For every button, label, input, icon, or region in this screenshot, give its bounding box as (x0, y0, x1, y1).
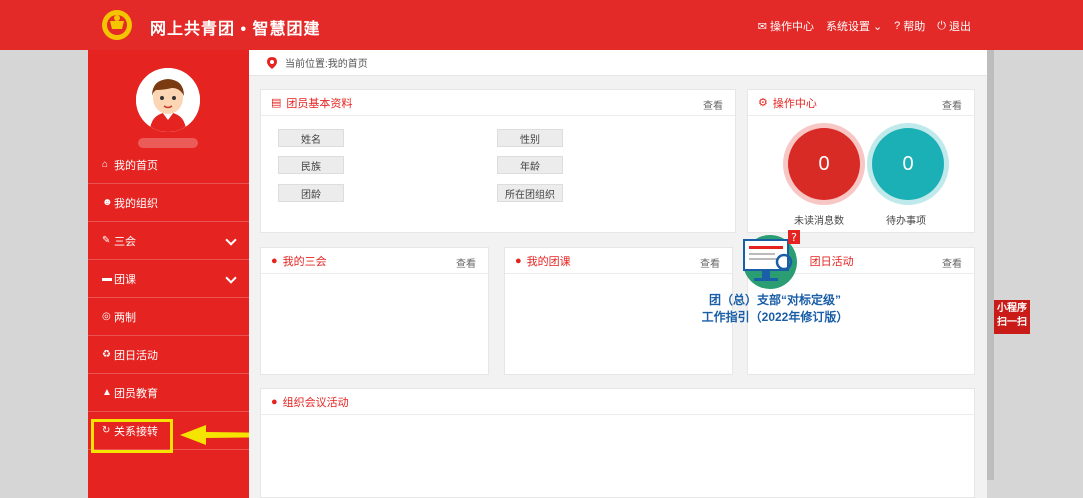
field-league-org: 所在团组织 (497, 184, 563, 202)
help-icon: ? (894, 20, 901, 32)
chevron-down-icon (225, 234, 237, 246)
right-margin (990, 50, 1083, 498)
power-icon: ⏻ (937, 19, 946, 32)
breadcrumb: 当前位置:我的首页 (249, 50, 987, 76)
avatar-icon (136, 68, 200, 132)
sidebar-item-home[interactable]: ⌂ 我的首页 (88, 146, 249, 184)
mail-icon: ✉ (757, 20, 767, 33)
highlight-box (91, 419, 173, 453)
top-nav: ✉ 操作中心 系统设置 ⌄ ? 帮助 ⏻ 退出 (758, 18, 971, 34)
panel-header: ▤ 团员基本资料 查看 (261, 90, 735, 116)
clipboard-icon: ● (271, 254, 278, 267)
panel-operation-center: ⚙ 操作中心 查看 0 0 未读消息数 待办事项 (747, 89, 975, 233)
chevron-down-icon (225, 272, 237, 284)
view-link[interactable]: 查看 (942, 97, 962, 112)
sidebar-item-sanhui[interactable]: ✎ 三会 (88, 222, 249, 260)
view-link[interactable]: 查看 (703, 97, 723, 112)
view-link[interactable]: 查看 (456, 255, 476, 270)
todo-count[interactable]: 0 (872, 128, 944, 200)
panel-header: ● 我的团课 查看 (505, 248, 732, 274)
promo-guide-icon[interactable]: ? (736, 228, 804, 290)
main-content: 当前位置:我的首页 ▤ 团员基本资料 查看 姓名 民族 团龄 性别 年龄 所在团… (249, 50, 987, 498)
book-icon: ● (271, 395, 278, 408)
sidebar-item-tuanke[interactable]: ▬ 团课 (88, 260, 249, 298)
promo-guide-text[interactable]: 团（总）支部“对标定级” 工作指引（2022年修订版） (680, 292, 870, 326)
recycle-icon: ♻ (102, 349, 111, 360)
panel-header: ⚙ 操作中心 查看 (748, 90, 974, 116)
nav-help[interactable]: ? 帮助 (894, 18, 925, 34)
panel-my-sanhui: ● 我的三会 查看 (260, 247, 489, 375)
todo-label: 待办事项 (886, 216, 926, 227)
panel-member-profile: ▤ 团员基本资料 查看 姓名 民族 团龄 性别 年龄 所在团组织 (260, 89, 736, 233)
mini-program-qr-button[interactable]: 小程序 扫一扫 (994, 300, 1030, 334)
field-gender: 性别 (497, 129, 563, 147)
nav-system-settings[interactable]: 系统设置 ⌄ (826, 18, 882, 34)
gear-icon: ⚙ (758, 97, 768, 109)
field-age: 年龄 (497, 156, 563, 174)
youth-league-logo (102, 10, 132, 40)
nav-operation-center[interactable]: ✉ 操作中心 (758, 18, 814, 34)
nav-logout[interactable]: ⏻ 退出 (937, 18, 971, 34)
view-link[interactable]: 查看 (942, 255, 962, 270)
graduation-cap-icon: ▲ (102, 387, 112, 398)
field-ethnicity: 民族 (278, 156, 344, 174)
unread-count[interactable]: 0 (788, 128, 860, 200)
target-icon: ◎ (102, 311, 111, 322)
view-link[interactable]: 查看 (700, 255, 720, 270)
id-card-icon: ▤ (271, 97, 282, 109)
home-icon: ⌂ (102, 159, 109, 170)
sidebar-item-my-org[interactable]: ☻ 我的组织 (88, 184, 249, 222)
sidebar-menu: ⌂ 我的首页 ☻ 我的组织 ✎ 三会 ▬ 团课 ◎ 两制 ♻ 团日活动 ▲ 团员… (88, 146, 249, 450)
field-name: 姓名 (278, 129, 344, 147)
avatar[interactable] (136, 68, 200, 132)
panel-header: ● 我的三会 查看 (261, 248, 488, 274)
folder-icon: ▬ (102, 273, 112, 284)
sidebar-item-member-education[interactable]: ▲ 团员教育 (88, 374, 249, 412)
svg-text:?: ? (791, 231, 797, 244)
chevron-down-icon: ⌄ (872, 20, 883, 33)
edit-icon: ✎ (102, 235, 111, 246)
location-pin-icon (267, 56, 277, 69)
top-bar: 网上共青团 • 智慧团建 ✉ 操作中心 系统设置 ⌄ ? 帮助 ⏻ 退出 (0, 0, 1083, 50)
rocket-icon: ● (515, 254, 522, 267)
panel-org-meetings: ● 组织会议活动 (260, 388, 975, 498)
unread-label: 未读消息数 (794, 216, 844, 227)
group-icon: ☻ (102, 197, 113, 208)
scrollbar[interactable] (987, 50, 994, 480)
sidebar-item-tuanri[interactable]: ♻ 团日活动 (88, 336, 249, 374)
site-brand: 网上共青团 • 智慧团建 (150, 21, 321, 38)
field-league-age: 团龄 (278, 184, 344, 202)
panel-header: ● 组织会议活动 (261, 389, 974, 415)
left-margin (0, 50, 88, 498)
sidebar-item-liangzhi[interactable]: ◎ 两制 (88, 298, 249, 336)
